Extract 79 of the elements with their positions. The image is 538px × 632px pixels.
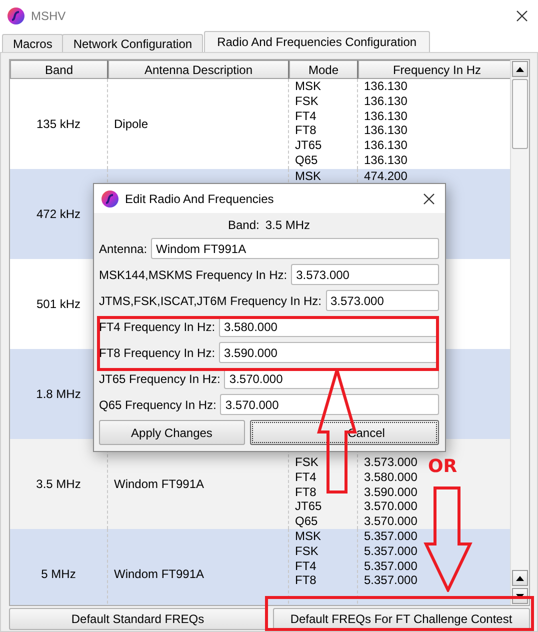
column-header[interactable]: Mode: [289, 60, 358, 79]
tab[interactable]: Radio And Frequencies Configuration: [204, 31, 430, 52]
antenna-cell: Windom FT991A: [114, 567, 204, 581]
field-label: JT65 Frequency In Hz:: [99, 372, 220, 386]
frequency-cell: 3.570.000: [364, 499, 418, 514]
scroll-up-button[interactable]: [512, 570, 528, 586]
band-value: 3.5 MHz: [265, 218, 310, 232]
close-icon[interactable]: [423, 192, 435, 204]
mode-cell: FT8: [295, 484, 316, 500]
caret-up-icon: [516, 576, 524, 580]
mode-cell: FT8: [295, 123, 316, 138]
mode-cell: MSK: [295, 169, 322, 184]
frequency-cell: 5.357.000: [364, 529, 418, 544]
mode-cell: FT4: [295, 558, 316, 574]
frequency-cell: 136.130: [364, 123, 408, 138]
frequency-cell: 5.357.000: [364, 544, 418, 559]
field-label: JTMS,FSK,ISCAT,JT6M Frequency In Hz:: [99, 294, 322, 308]
band-cell: 501 kHz: [36, 297, 81, 311]
frequency-cell: 3.573.000: [364, 455, 418, 470]
mode-cell: JT65: [295, 499, 322, 514]
mode-cell: Q65: [295, 152, 318, 168]
frequency-cell: 5.357.000: [364, 573, 418, 588]
column-header[interactable]: Band: [10, 60, 108, 79]
app-logo-icon: [101, 190, 119, 208]
field-label: Antenna:: [99, 242, 148, 256]
frequency-cell: 136.130: [364, 138, 408, 153]
field-label: MSK144,MSKMS Frequency In Hz:: [99, 268, 288, 282]
default-frequencies-button[interactable]: Default Standard FREQs: [9, 608, 266, 630]
mode-cell: FSK: [295, 455, 318, 470]
frequency-cell: 136.130: [364, 79, 408, 94]
field-label: FT8 Frequency In Hz:: [99, 346, 216, 360]
mode-cell: FT4: [295, 108, 316, 124]
app-logo-icon: [7, 6, 25, 24]
annotation-label: OR: [428, 456, 458, 477]
frequency-cell: 136.130: [364, 108, 408, 124]
field-label: FT4 Frequency In Hz:: [99, 320, 216, 334]
field-label: Q65 Frequency In Hz:: [99, 398, 216, 412]
frequency-input[interactable]: 3.573.000: [326, 290, 439, 311]
scrollbar-thumb[interactable]: [512, 79, 528, 149]
dialog-title: Edit Radio And Frequencies: [125, 192, 275, 206]
frequency-input[interactable]: 3.570.000: [220, 394, 439, 415]
mode-cell: FT8: [295, 573, 316, 588]
antenna-cell: Dipole: [114, 117, 148, 131]
frequency-cell: 5.357.000: [364, 558, 418, 574]
dialog-button[interactable]: Apply Changes: [99, 420, 244, 445]
scroll-up-button[interactable]: [512, 61, 528, 77]
band-cell: 1.8 MHz: [36, 387, 81, 401]
band-cell: 3.5 MHz: [36, 477, 81, 491]
mode-cell: JT65: [295, 138, 322, 153]
default-frequencies-button[interactable]: Default FREQs For FT Challenge Contest: [272, 608, 530, 630]
frequency-cell: 136.130: [364, 152, 408, 168]
mode-cell: Q65: [295, 514, 318, 529]
table-row[interactable]: 5 MHz Windom FT991A MSK FSK FT4 FT8 5.357.000 5.357.000 5.357.000 5.357.000: [10, 529, 510, 605]
frequency-input[interactable]: Windom FT991A: [151, 238, 439, 259]
mode-cell: FSK: [295, 544, 318, 559]
mode-cell: MSK: [295, 529, 322, 544]
frequency-input[interactable]: 3.590.000: [219, 342, 439, 363]
mode-cell: FT4: [295, 470, 316, 485]
frequency-cell: 474.200: [364, 169, 408, 184]
frequency-cell: 136.130: [364, 94, 408, 109]
mode-cell: MSK: [295, 79, 322, 94]
tab[interactable]: Network Configuration: [62, 34, 204, 52]
frequency-input[interactable]: 3.573.000: [291, 264, 439, 285]
column-header[interactable]: Frequency In Hz: [358, 60, 510, 79]
caret-down-icon: [516, 594, 524, 598]
column-header[interactable]: Antenna Description: [108, 60, 289, 79]
band-cell: 135 kHz: [36, 117, 81, 131]
tab[interactable]: Macros: [2, 34, 64, 52]
band-cell: 5 MHz: [41, 567, 76, 581]
close-icon[interactable]: [516, 10, 528, 22]
mode-cell: FSK: [295, 94, 318, 109]
band-label: Band:: [228, 218, 260, 232]
window-title: MSHV: [31, 8, 67, 22]
antenna-cell: Windom FT991A: [114, 477, 204, 491]
frequency-cell: 3.570.000: [364, 514, 418, 529]
frequency-cell: 3.590.000: [364, 484, 418, 500]
band-cell: 472 kHz: [36, 207, 81, 221]
caret-up-icon: [516, 66, 524, 72]
frequency-cell: 3.580.000: [364, 470, 418, 485]
